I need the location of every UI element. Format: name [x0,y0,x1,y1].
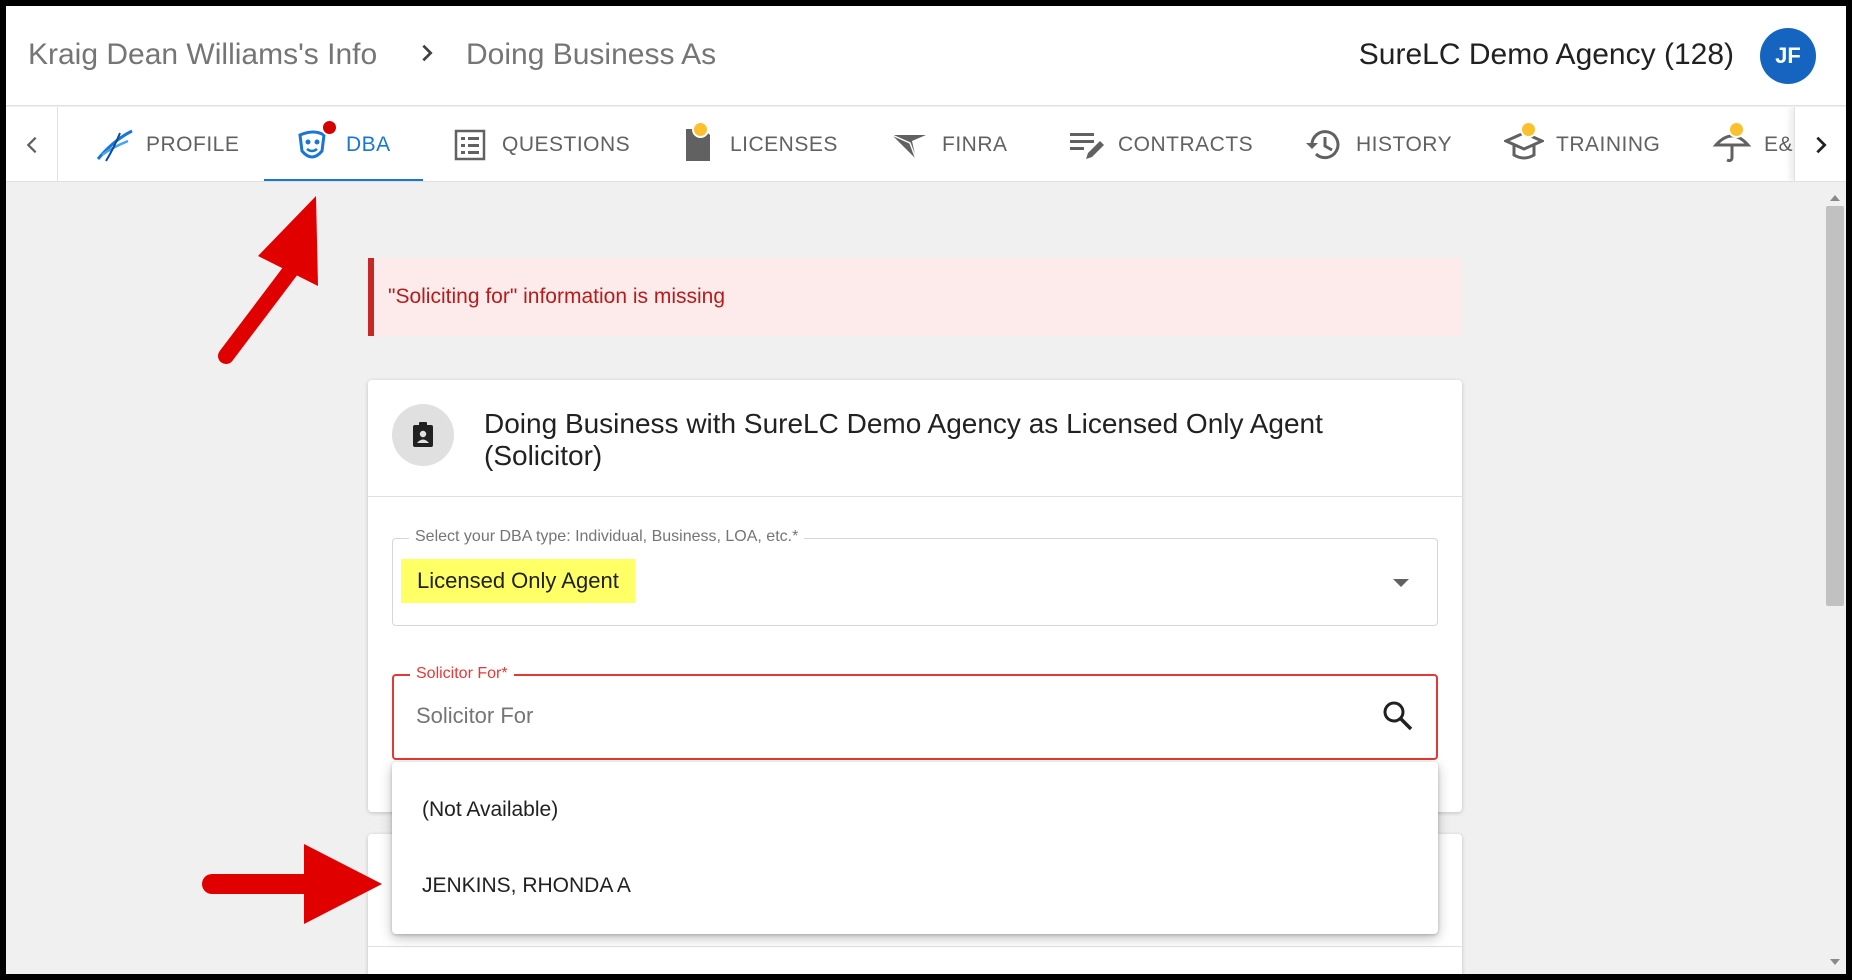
scrollbar-thumb[interactable] [1826,206,1844,606]
chevron-right-icon [1815,136,1827,153]
tab-label: LICENSES [730,132,838,156]
finra-icon [890,125,930,165]
annotation-arrow-up [218,196,318,364]
error-badge [321,118,338,136]
tab-scroll-left-button[interactable] [6,107,58,181]
tab-label: DBA [346,132,391,156]
solicitor-for-field[interactable]: Solicitor For* [392,665,1438,760]
annotation-arrow-right [202,844,382,924]
badge-clipboard-icon [392,404,454,466]
edit-lines-icon [1066,125,1106,165]
scroll-down-icon[interactable] [1824,952,1846,972]
search-icon[interactable] [1380,698,1416,734]
tab-finra[interactable]: FINRA [890,107,1008,181]
tab-licenses[interactable]: LICENSES [678,107,838,181]
tab-contracts[interactable]: CONTRACTS [1066,107,1254,181]
tab-label: TRAINING [1556,132,1661,156]
list-icon [450,125,490,165]
tab-label: QUESTIONS [502,132,631,156]
tab-eo[interactable]: E&O [1712,107,1793,181]
avatar[interactable]: JF [1760,28,1816,84]
card-title: Doing Business with SureLC Demo Agency a… [484,408,1323,471]
tab-list: PROFILE DBA QUESTIONS LICENSES FINRA CON… [58,107,1793,181]
tab-label: CONTRACTS [1118,132,1254,156]
graduation-cap-icon [1502,120,1546,165]
umbrella-icon [1712,120,1752,165]
tab-profile[interactable]: PROFILE [94,107,240,181]
tab-history[interactable]: HISTORY [1304,107,1453,181]
tab-scroll-right-button[interactable] [1794,107,1846,181]
tab-questions[interactable]: QUESTIONS [450,107,631,181]
dba-type-value: Licensed Only Agent [401,559,635,603]
solicitor-for-label: Solicitor For* [410,665,514,683]
menu-item-not-available[interactable]: (Not Available) [392,774,1438,846]
tab-training[interactable]: TRAINING [1502,107,1661,181]
masks-icon [294,118,338,165]
dropdown-arrow-icon[interactable] [1393,579,1409,587]
warning-badge [1728,120,1745,138]
error-alert: "Soliciting for" information is missing [368,258,1462,336]
tab-label: FINRA [942,132,1008,156]
history-icon [1304,125,1344,165]
dba-type-select[interactable]: Select your DBA type: Individual, Busine… [392,528,1438,626]
solicitor-dropdown-menu: (Not Available) JENKINS, RHONDA A [392,762,1438,934]
menu-item-jenkins[interactable]: JENKINS, RHONDA A [392,850,1438,922]
chevron-right-icon [422,44,433,62]
agency-name: SureLC Demo Agency (128) [1358,38,1734,71]
page-header: Kraig Dean Williams's Info Doing Busines… [6,6,1846,106]
tab-label: E&O [1764,132,1793,156]
alert-message: "Soliciting for" information is missing [388,285,726,308]
tab-bar: PROFILE DBA QUESTIONS LICENSES FINRA CON… [6,107,1846,182]
tab-label: PROFILE [146,132,240,156]
warning-badge [1520,120,1537,138]
divider [368,496,1462,497]
app-window: Kraig Dean Williams's Info Doing Busines… [6,6,1846,974]
chevron-left-icon [26,136,36,153]
profile-swoosh-icon [94,125,134,165]
breadcrumb-current: Doing Business As [466,38,717,71]
solicitor-for-input[interactable] [416,694,1316,738]
tab-label: HISTORY [1356,132,1453,156]
dba-card: Doing Business with SureLC Demo Agency a… [368,380,1462,812]
breadcrumb-parent[interactable]: Kraig Dean Williams's Info [28,38,377,72]
document-icon [678,120,718,165]
dba-type-label: Select your DBA type: Individual, Busine… [409,528,805,546]
divider [368,946,1462,947]
scroll-up-icon[interactable] [1824,188,1846,208]
warning-badge [692,120,709,138]
tab-dba[interactable]: DBA [264,107,423,181]
